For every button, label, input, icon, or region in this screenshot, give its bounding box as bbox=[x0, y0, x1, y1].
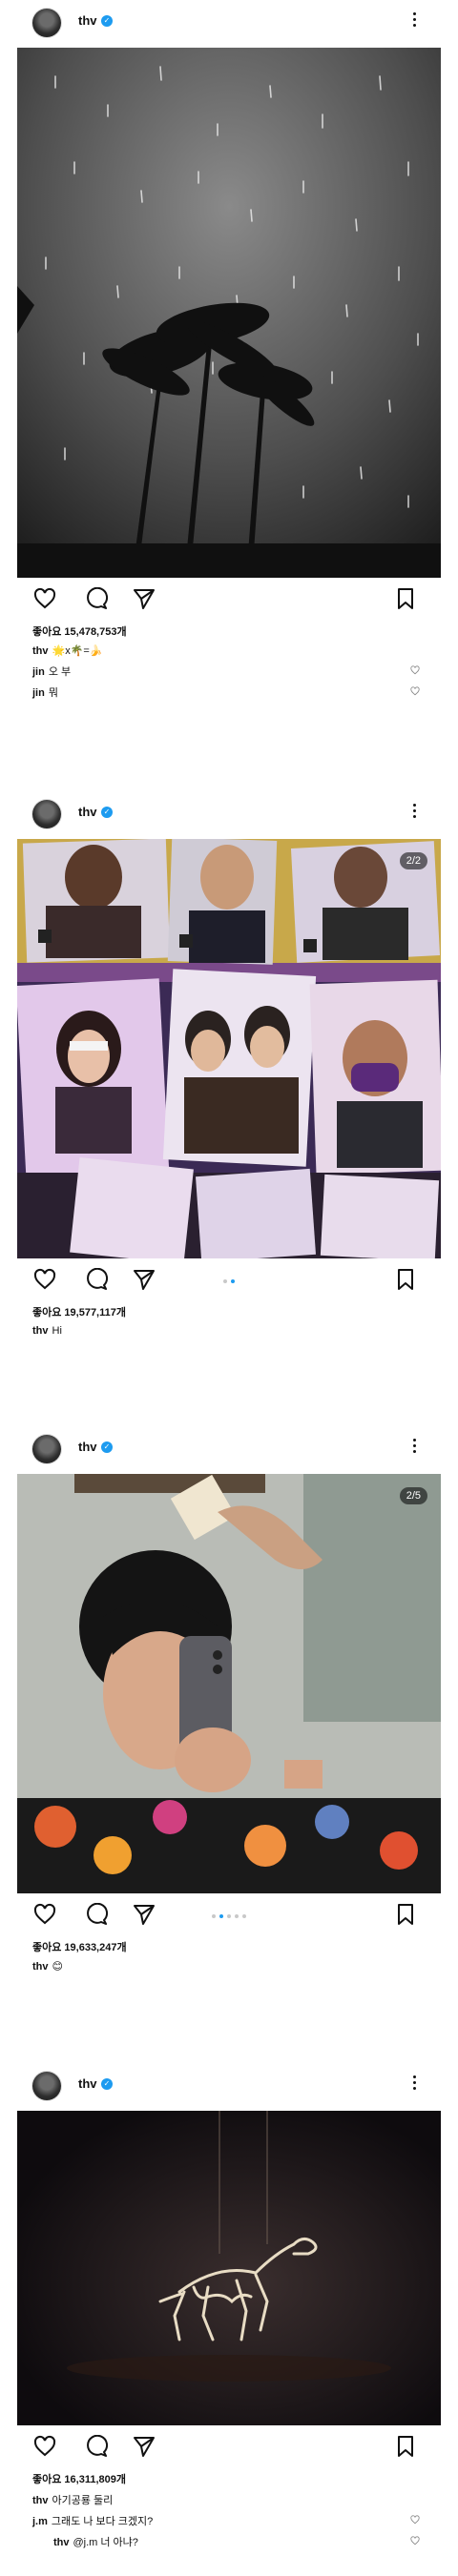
likes-count[interactable]: 좋아요 19,577,117개 bbox=[32, 1304, 126, 1319]
post-2: thv ✓ 2/2 좋아요 19,577,117개 thv Hi bbox=[0, 791, 458, 1363]
heart-icon[interactable] bbox=[32, 587, 57, 610]
caption: thv 🌟x🌴=🍌 bbox=[32, 644, 103, 657]
comment-user[interactable]: jin bbox=[32, 666, 45, 678]
likes-count[interactable]: 좋아요 16,311,809개 bbox=[32, 2471, 126, 2486]
username[interactable]: thv bbox=[78, 1440, 97, 1454]
carousel-dot bbox=[212, 1914, 216, 1918]
post-header: thv ✓ bbox=[0, 2063, 458, 2105]
comment-text: 🌟x🌴=🍌 bbox=[52, 645, 103, 657]
bookmark-icon[interactable] bbox=[395, 1903, 416, 1926]
comment: jin 뭐 bbox=[32, 685, 58, 700]
comment-text: 아기공룡 둘리 bbox=[52, 2495, 114, 2506]
post-image[interactable] bbox=[17, 2111, 441, 2425]
verified-icon: ✓ bbox=[101, 15, 113, 27]
action-bar bbox=[0, 1903, 458, 1935]
comment-text: 오 부 bbox=[48, 666, 72, 678]
more-icon[interactable] bbox=[406, 10, 422, 32]
post-4: thv ✓ 좋아요 16,311,809개 thv 아기공룡 둘리 j.m 그래… bbox=[0, 2063, 458, 2576]
username[interactable]: thv bbox=[78, 805, 97, 819]
comment-text: @j.m 너 아냐? bbox=[73, 2537, 138, 2548]
carousel-dot bbox=[235, 1914, 239, 1918]
bookmark-icon[interactable] bbox=[395, 1268, 416, 1291]
reply: thv @j.m 너 아냐? bbox=[53, 2534, 138, 2549]
heart-icon[interactable] bbox=[410, 2515, 420, 2525]
verified-icon: ✓ bbox=[101, 1441, 113, 1453]
post-1: thv ✓ 좋아요 15,478,753개 thv 🌟x🌴=🍌 jin 오 부 … bbox=[0, 0, 458, 725]
comment-user[interactable]: j.m bbox=[32, 2516, 48, 2527]
likes-count[interactable]: 좋아요 19,633,247개 bbox=[32, 1939, 127, 1954]
verified-icon: ✓ bbox=[101, 807, 113, 818]
more-icon[interactable] bbox=[406, 801, 422, 824]
carousel-counter: 2/2 bbox=[399, 852, 427, 869]
more-icon[interactable] bbox=[406, 1436, 422, 1459]
heart-icon[interactable] bbox=[410, 2536, 420, 2545]
carousel-dot bbox=[223, 1279, 227, 1283]
username[interactable]: thv bbox=[78, 2076, 97, 2091]
post-image[interactable]: 2/2 bbox=[17, 839, 441, 1258]
post-header: thv ✓ bbox=[0, 1426, 458, 1468]
post-3: thv ✓ 2/5 좋아요 19,633,247개 thv 😊 bbox=[0, 1426, 458, 1998]
carousel-counter: 2/5 bbox=[399, 1487, 427, 1504]
comment-text: 뭐 bbox=[48, 687, 58, 699]
comment-text: Hi bbox=[52, 1325, 62, 1337]
heart-icon[interactable] bbox=[410, 686, 420, 696]
comment-text: 😊 bbox=[52, 1961, 63, 1973]
carousel-dot-active bbox=[219, 1914, 223, 1918]
verified-icon: ✓ bbox=[101, 2078, 113, 2090]
caption: thv 아기공룡 둘리 bbox=[32, 2492, 113, 2507]
avatar[interactable] bbox=[32, 800, 61, 828]
share-icon[interactable] bbox=[132, 2435, 156, 2458]
carousel-dots bbox=[0, 1279, 458, 1283]
username[interactable]: thv bbox=[78, 13, 97, 28]
comment-user[interactable]: thv bbox=[32, 1961, 49, 1973]
avatar[interactable] bbox=[32, 1435, 61, 1463]
comment: j.m 그래도 나 보다 크겠지? bbox=[32, 2513, 153, 2528]
comment-icon[interactable] bbox=[84, 2435, 109, 2458]
comment: jin 오 부 bbox=[32, 664, 71, 679]
caption: thv Hi bbox=[32, 1325, 62, 1337]
comment-user[interactable]: thv bbox=[32, 1325, 49, 1337]
carousel-dot bbox=[242, 1914, 246, 1918]
bookmark-icon[interactable] bbox=[395, 2435, 416, 2458]
heart-icon[interactable] bbox=[410, 665, 420, 675]
bookmark-icon[interactable] bbox=[395, 587, 416, 610]
post-image[interactable]: 2/5 bbox=[17, 1474, 441, 1893]
comment-user[interactable]: thv bbox=[32, 2495, 49, 2506]
post-header: thv ✓ bbox=[0, 791, 458, 833]
carousel-dot-active bbox=[231, 1279, 235, 1283]
action-bar bbox=[0, 1268, 458, 1300]
post-header: thv ✓ bbox=[0, 0, 458, 42]
carousel-dot bbox=[227, 1914, 231, 1918]
comment-icon[interactable] bbox=[84, 587, 109, 610]
carousel-dots bbox=[0, 1914, 458, 1918]
more-icon[interactable] bbox=[406, 2073, 422, 2096]
comment-text: 그래도 나 보다 크겠지? bbox=[51, 2516, 154, 2527]
avatar[interactable] bbox=[32, 2072, 61, 2100]
heart-icon[interactable] bbox=[32, 2435, 57, 2458]
post-image[interactable] bbox=[17, 48, 441, 578]
comment-user[interactable]: jin bbox=[32, 687, 45, 699]
action-bar bbox=[0, 587, 458, 620]
caption: thv 😊 bbox=[32, 1960, 63, 1973]
share-icon[interactable] bbox=[132, 587, 156, 610]
action-bar bbox=[0, 2435, 458, 2467]
avatar[interactable] bbox=[32, 9, 61, 37]
comment-user[interactable]: thv bbox=[53, 2537, 70, 2548]
likes-count[interactable]: 좋아요 15,478,753개 bbox=[32, 624, 127, 639]
comment-user[interactable]: thv bbox=[32, 645, 49, 657]
